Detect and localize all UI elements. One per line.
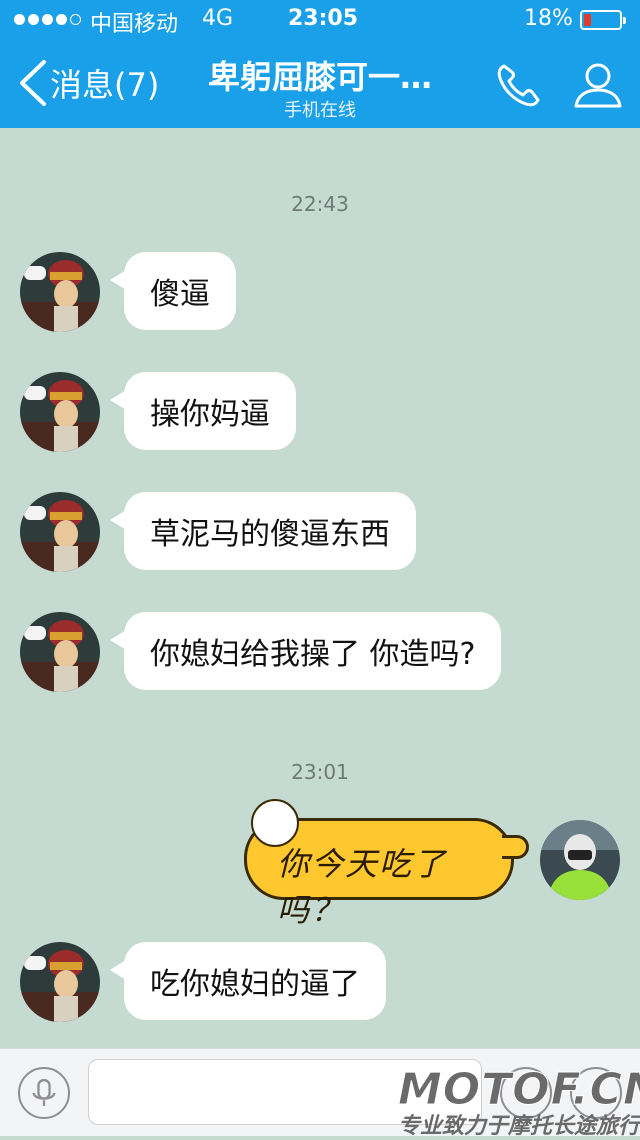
network-type: 4G (202, 6, 234, 31)
online-status: 手机在线 (284, 100, 356, 121)
incoming-message-bubble[interactable]: 你媳妇给我操了 你造吗? (109, 612, 502, 690)
carrier-name: 中国移动 (90, 12, 179, 37)
message-text: 操你妈逼 (150, 397, 270, 432)
incoming-message-bubble[interactable]: 傻逼 (110, 252, 236, 330)
contact-name[interactable]: 卑躬屈膝可一… (180, 52, 460, 98)
contact-avatar[interactable] (20, 492, 100, 572)
signal-icon (14, 14, 81, 25)
battery-percent: 18% (524, 6, 573, 31)
message-timestamp: 22:43 (291, 192, 349, 216)
my-avatar[interactable] (540, 820, 620, 900)
status-time: 23:05 (288, 6, 359, 31)
incoming-message-bubble[interactable]: 吃你媳妇的逼了 (110, 942, 386, 1020)
message-text: 吃你媳妇的逼了 (150, 967, 360, 1002)
incoming-message-bubble[interactable]: 草泥马的傻逼东西 (110, 492, 416, 570)
status-bar: 中国移动 4G 23:05 18% (0, 0, 640, 40)
message-text: 你媳妇给我操了 你造吗? (150, 637, 476, 672)
contact-avatar[interactable] (20, 372, 100, 452)
microphone-icon[interactable] (18, 1067, 70, 1119)
profile-icon[interactable] (572, 58, 624, 110)
bubble-tail (502, 835, 529, 859)
back-button-label[interactable]: 消息(7) (50, 60, 159, 106)
contact-avatar[interactable] (20, 942, 100, 1022)
outgoing-sticker-bubble[interactable]: 你今天吃了吗？ (244, 799, 529, 929)
message-text: 草泥马的傻逼东西 (150, 517, 390, 552)
message-text: 你今天吃了吗？ (277, 845, 448, 929)
phone-icon[interactable] (492, 60, 544, 112)
nav-header: 中国移动 4G 23:05 18% 消息(7) 卑躬屈膝可一… 手机在线 (0, 0, 640, 128)
incoming-message-bubble[interactable]: 操你妈逼 (110, 372, 296, 450)
watermark-tagline: 专业致力于摩托长途旅行 (398, 1114, 640, 1139)
contact-avatar[interactable] (20, 612, 100, 692)
message-text: 傻逼 (150, 277, 210, 312)
battery-icon (580, 10, 626, 30)
contact-avatar[interactable] (20, 252, 100, 332)
back-chevron-icon[interactable] (14, 58, 52, 108)
message-timestamp: 23:01 (291, 760, 349, 784)
